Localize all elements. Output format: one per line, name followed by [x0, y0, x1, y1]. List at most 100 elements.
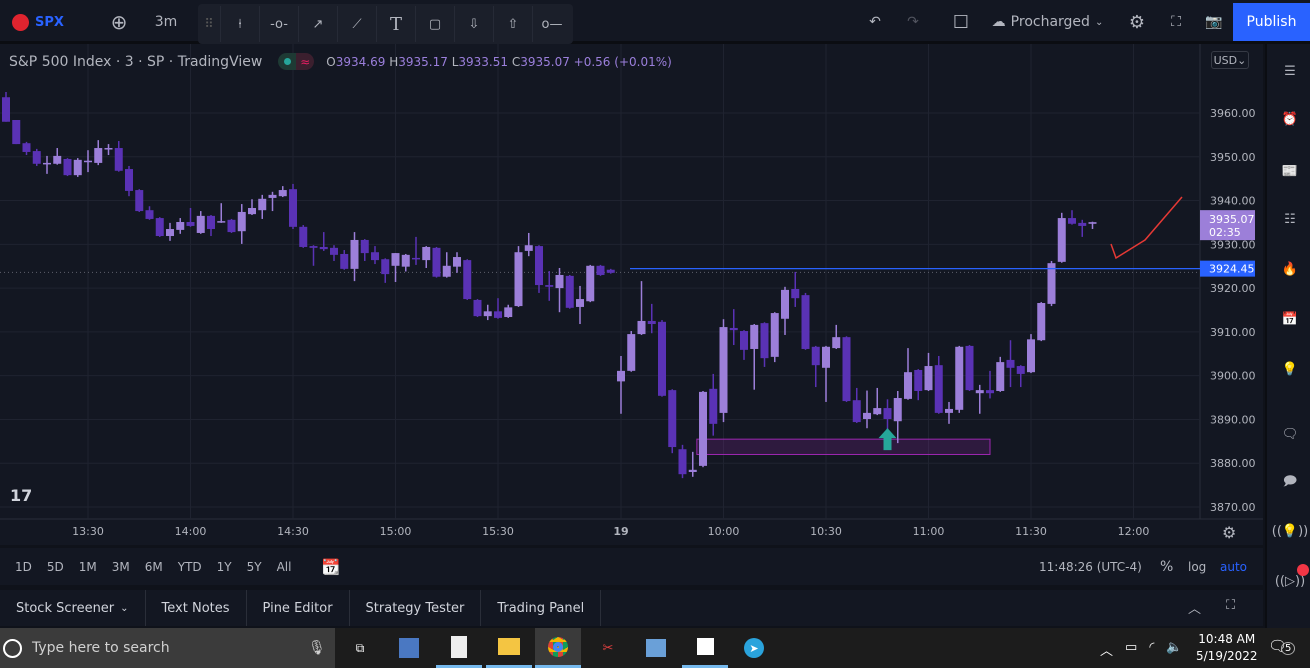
microphone-icon[interactable]: 🎙 [308, 640, 326, 656]
horizontal-line-icon[interactable]: o— [532, 6, 571, 42]
candle-body [945, 408, 953, 413]
settings-gear-icon[interactable]: ⚙ [1126, 0, 1148, 44]
publish-button[interactable]: Publish [1233, 3, 1310, 41]
chats-icon[interactable]: 🗨 [1275, 419, 1305, 449]
volume-icon[interactable]: 🔈 [1166, 640, 1182, 659]
vertical-line-icon[interactable]: ⍿ [220, 6, 259, 42]
snipping-tool-icon[interactable]: ✂ [585, 628, 631, 668]
time-tick-label: 10:30 [810, 525, 842, 538]
ideas-stream-icon[interactable]: ((💡)) [1272, 516, 1308, 546]
drag-handle-icon[interactable]: ⠿ [198, 6, 220, 42]
file-explorer-icon[interactable] [486, 628, 532, 668]
tradingview-logo-icon[interactable]: 𝟭𝟳 [10, 486, 33, 505]
period-ytd[interactable]: YTD [178, 560, 202, 574]
candle-body [196, 215, 205, 233]
chat-icon[interactable]: 🗩 [1275, 468, 1305, 498]
trend-line-icon[interactable]: ⟋ [337, 6, 376, 42]
interval-button[interactable]: 3m [148, 0, 184, 44]
period-1m[interactable]: 1M [79, 560, 97, 574]
time-tick-label: 12:00 [1118, 525, 1150, 538]
candle-body [617, 370, 625, 382]
remote-desktop-icon[interactable] [633, 628, 679, 668]
candle-body [750, 324, 759, 349]
task-view-icon[interactable]: ⧉ [337, 628, 383, 668]
candle-body [811, 346, 820, 366]
compare-add-icon[interactable]: ⊕ [106, 0, 132, 44]
tab-trading-panel[interactable]: Trading Panel [481, 590, 602, 626]
candle-body [145, 210, 154, 219]
log-toggle[interactable]: log [1188, 560, 1206, 574]
streams-icon[interactable]: ((▷)) [1275, 564, 1309, 596]
period-5d[interactable]: 5D [47, 560, 64, 574]
expand-panel-chevron-icon[interactable]: ︿ [1188, 598, 1201, 617]
tab-stock-screener[interactable]: Stock Screener ⌄ [0, 590, 146, 626]
delayed-data-icon: ≈ [296, 53, 315, 70]
tab-pine-editor[interactable]: Pine Editor [247, 590, 350, 626]
candle-body [104, 148, 113, 150]
tab-text-notes[interactable]: Text Notes [146, 590, 247, 626]
percent-toggle[interactable]: % [1160, 559, 1173, 575]
candle-body [494, 311, 502, 318]
candle-body [299, 226, 308, 247]
tab-strategy-tester[interactable]: Strategy Tester [350, 590, 482, 626]
candle-body [596, 265, 605, 275]
fire-icon[interactable]: 🔥 [1275, 254, 1305, 284]
taskbar-search-box[interactable]: Type here to search 🎙 [0, 628, 335, 668]
candle-body [893, 398, 902, 422]
candle-body [1047, 263, 1056, 304]
period-5y[interactable]: 5Y [247, 560, 262, 574]
price-tick-label: 3960.00 [1210, 107, 1256, 120]
camera-snapshot-icon[interactable]: 📷 [1202, 0, 1226, 44]
telegram-icon[interactable]: ➤ [731, 628, 777, 668]
rectangle-icon[interactable]: ▢ [415, 6, 454, 42]
candlestick-chart[interactable]: 3870.00 3880.00 3890.00 3900.00 3910.00 3920.… [0, 44, 1263, 545]
cloud-check-icon: ☁ [991, 14, 1006, 30]
chrome-icon[interactable] [535, 628, 581, 668]
clock-timezone[interactable]: 11:48:26 (UTC-4) [1039, 560, 1142, 574]
candle-body [842, 337, 851, 402]
network-app-icon[interactable] [386, 628, 432, 668]
currency-dropdown[interactable]: USD ⌄ [1211, 51, 1249, 69]
alarm-clock-icon[interactable]: ⏰ [1275, 104, 1305, 134]
watchlist-icon[interactable]: ☰ [1275, 56, 1305, 86]
show-hidden-icons-chevron[interactable]: ︿ [1100, 640, 1113, 659]
scale-settings-gear-icon[interactable]: ⚙ [1222, 523, 1236, 542]
taskbar-clock[interactable]: 10:48 AM 5/19/2022 [1196, 631, 1258, 665]
undo-icon[interactable]: ↶ [864, 0, 886, 44]
layout-save-dropdown[interactable]: ☁ Procharged ⌄ [985, 0, 1110, 44]
right-sidebar: ☰ ⏰ 📰 ☷ 🔥 📅 💡 🗨 🗩 ((💡)) ((▷)) [1265, 44, 1310, 628]
time-tick-label: 15:30 [482, 525, 514, 538]
arrow-down-icon[interactable]: ⇩ [454, 6, 493, 42]
arrow-up-icon[interactable]: ⇧ [493, 6, 532, 42]
battery-icon[interactable]: ▭ [1125, 640, 1137, 659]
goto-date-icon[interactable]: 📆 [321, 558, 340, 576]
symbol-search[interactable]: SPX [8, 0, 68, 44]
calculator-icon[interactable] [436, 628, 482, 668]
candle-body [453, 257, 461, 267]
chevron-down-icon: ⌄ [1094, 16, 1104, 28]
candle-body [155, 218, 164, 237]
ideas-lightbulb-icon[interactable]: 💡 [1275, 354, 1305, 384]
horizontal-ray-icon[interactable]: -o- [259, 6, 298, 42]
redo-icon[interactable]: ↷ [902, 0, 924, 44]
text-tool-icon[interactable]: T [376, 6, 415, 42]
period-1d[interactable]: 1D [15, 560, 32, 574]
fullscreen-icon[interactable]: ⛶ [1165, 0, 1187, 44]
chart-pane[interactable]: 3870.00 3880.00 3890.00 3900.00 3910.00 3920.… [0, 44, 1263, 545]
period-3m[interactable]: 3M [112, 560, 130, 574]
sticky-notes-icon[interactable] [682, 628, 728, 668]
hotlist-icon[interactable]: ☷ [1275, 204, 1305, 234]
period-6m[interactable]: 6M [145, 560, 163, 574]
calendar-icon[interactable]: 📅 [1275, 304, 1305, 334]
maximize-panel-icon[interactable]: ⛶ [1226, 598, 1235, 613]
symbol-title: S&P 500 Index · 3 · SP · TradingView [9, 53, 263, 70]
layout-icon[interactable]: ☐ [950, 0, 972, 44]
candle-body [565, 275, 574, 308]
news-icon[interactable]: 📰 [1275, 156, 1305, 186]
auto-toggle[interactable]: auto [1220, 560, 1247, 574]
period-1y[interactable]: 1Y [217, 560, 232, 574]
trend-arrow-icon[interactable]: ↗ [298, 6, 337, 42]
wifi-icon[interactable]: ◜ [1149, 640, 1154, 659]
period-all[interactable]: All [277, 560, 292, 574]
action-center-icon[interactable]: 🗨5 [1268, 637, 1296, 655]
